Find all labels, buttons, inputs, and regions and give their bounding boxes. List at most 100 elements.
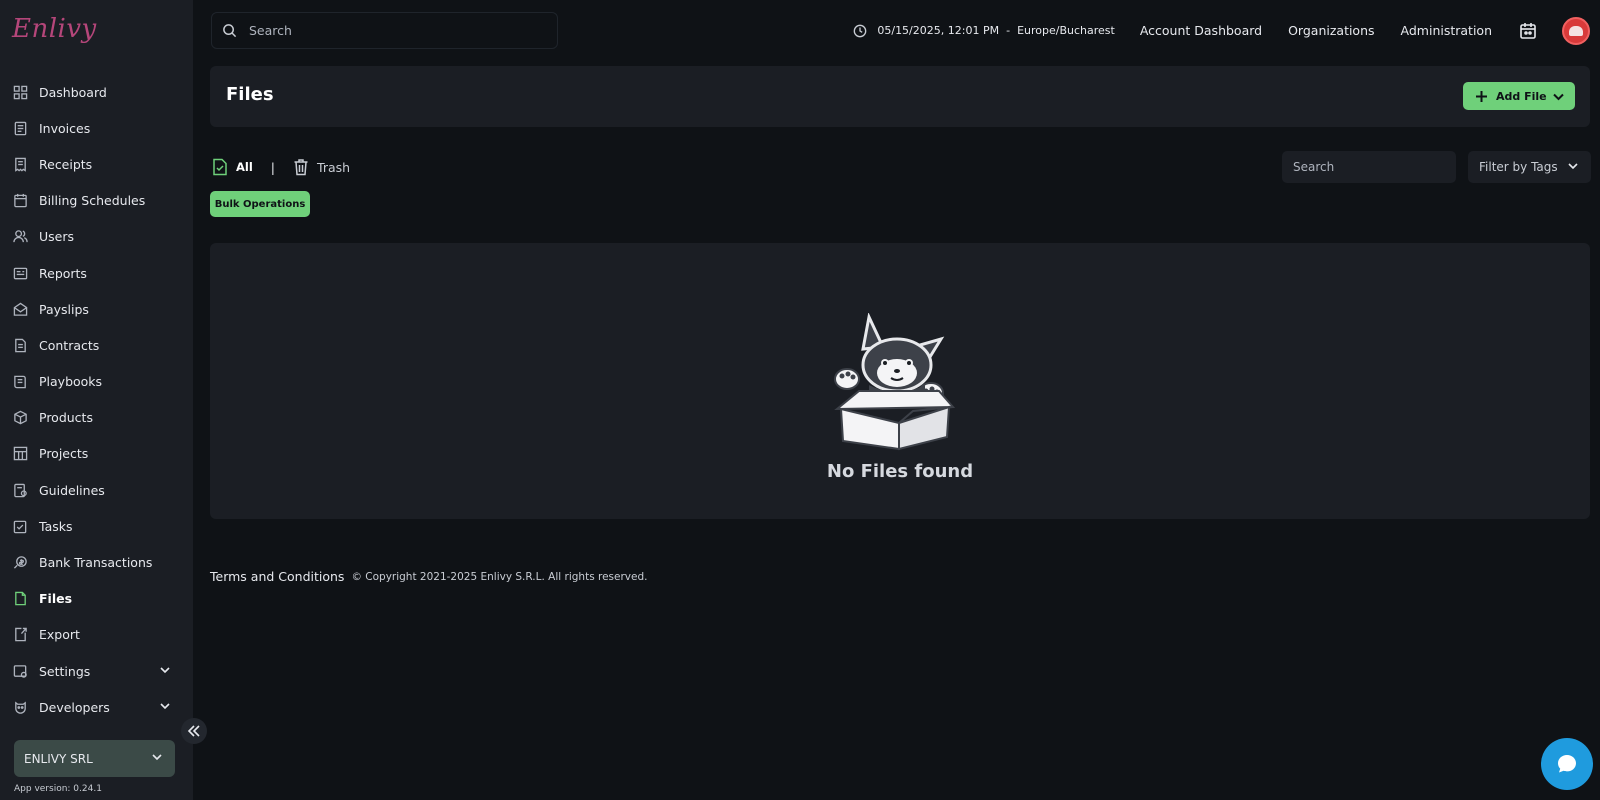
sidebar-item-export[interactable]: Export bbox=[0, 617, 193, 653]
sidebar-nav: Dashboard Invoices Receipts Billing Sche… bbox=[0, 74, 193, 725]
app-version: App version: 0.24.1 bbox=[14, 784, 102, 794]
timezone-value: Europe/Bucharest bbox=[1017, 24, 1115, 37]
datetime-separator: - bbox=[1006, 24, 1011, 37]
sidebar-item-contracts[interactable]: Contracts bbox=[0, 327, 193, 363]
chevron-down-icon[interactable] bbox=[159, 664, 171, 679]
tab-all-label: All bbox=[236, 160, 253, 174]
double-chevron-left-icon bbox=[187, 725, 200, 737]
avatar-image bbox=[1569, 25, 1583, 36]
clock-icon bbox=[854, 24, 867, 37]
tab-all[interactable]: All bbox=[212, 158, 253, 176]
users-icon bbox=[12, 229, 28, 245]
product-box-icon bbox=[12, 410, 28, 426]
bank-transaction-icon bbox=[12, 555, 28, 571]
filter-by-tags-select[interactable]: Filter by Tags bbox=[1468, 151, 1591, 183]
task-icon bbox=[12, 518, 28, 534]
sidebar-item-label: Playbooks bbox=[39, 374, 103, 390]
search-icon bbox=[223, 24, 237, 38]
fox-in-box-illustration bbox=[834, 313, 956, 451]
dashboard-icon bbox=[12, 84, 28, 100]
sidebar-item-label: Projects bbox=[39, 446, 89, 462]
settings-icon bbox=[12, 663, 28, 679]
sidebar-item-settings[interactable]: Settings bbox=[0, 653, 193, 689]
sidebar-item-label: Invoices bbox=[39, 120, 91, 136]
chevron-down-icon bbox=[151, 751, 163, 766]
billing-schedule-icon bbox=[12, 193, 28, 209]
sidebar-item-products[interactable]: Products bbox=[0, 400, 193, 436]
trash-icon bbox=[294, 159, 308, 176]
payslip-icon bbox=[12, 301, 28, 317]
organization-select[interactable]: ENLIVY SRL bbox=[14, 740, 175, 777]
empty-state-card: No Files found bbox=[210, 243, 1590, 519]
guideline-icon bbox=[12, 482, 28, 498]
sidebar-item-label: Bank Transactions bbox=[39, 555, 153, 571]
plus-icon bbox=[1476, 90, 1487, 102]
playbook-icon bbox=[12, 374, 28, 390]
sidebar-item-tasks[interactable]: Tasks bbox=[0, 508, 193, 544]
sidebar-item-label: Reports bbox=[39, 265, 87, 281]
chevron-down-icon bbox=[1553, 93, 1564, 100]
files-search-input[interactable]: Search bbox=[1282, 151, 1456, 183]
file-check-icon bbox=[213, 158, 227, 176]
page-footer: Terms and Conditions © Copyright 2021-20… bbox=[210, 569, 647, 584]
sidebar-item-invoices[interactable]: Invoices bbox=[0, 110, 193, 146]
sidebar-item-label: Products bbox=[39, 410, 93, 426]
bulk-operations-label: Bulk Operations bbox=[214, 198, 306, 210]
file-filter-tabs: All | Trash bbox=[212, 156, 350, 178]
tab-divider: | bbox=[270, 159, 276, 175]
bulk-operations-button[interactable]: Bulk Operations bbox=[210, 191, 310, 217]
administration-link[interactable]: Administration bbox=[1401, 23, 1492, 38]
sidebar-item-label: Tasks bbox=[39, 518, 73, 534]
filter-by-tags-label: Filter by Tags bbox=[1479, 160, 1558, 174]
sidebar-item-label: Settings bbox=[39, 663, 91, 679]
chat-support-button[interactable] bbox=[1541, 738, 1593, 790]
project-icon bbox=[12, 446, 28, 462]
sidebar-item-bank-transactions[interactable]: Bank Transactions bbox=[0, 544, 193, 580]
sidebar-item-reports[interactable]: Reports bbox=[0, 255, 193, 291]
sidebar-item-receipts[interactable]: Receipts bbox=[0, 146, 193, 182]
sidebar-item-label: Users bbox=[39, 229, 75, 245]
calendar-icon[interactable] bbox=[1518, 21, 1538, 41]
chevron-down-icon bbox=[1567, 160, 1579, 175]
sidebar-item-label: Export bbox=[39, 627, 80, 643]
sidebar-item-label: Receipts bbox=[39, 156, 93, 172]
global-search-input[interactable]: Search bbox=[211, 12, 558, 49]
sidebar-item-payslips[interactable]: Payslips bbox=[0, 291, 193, 327]
account-dashboard-link[interactable]: Account Dashboard bbox=[1140, 23, 1262, 38]
sidebar-item-label: Files bbox=[39, 591, 73, 607]
add-file-label: Add File bbox=[1496, 89, 1547, 103]
sidebar-item-playbooks[interactable]: Playbooks bbox=[0, 364, 193, 400]
files-search-placeholder: Search bbox=[1293, 160, 1335, 174]
report-icon bbox=[12, 265, 28, 281]
sidebar-item-label: Billing Schedules bbox=[39, 193, 146, 209]
sidebar-item-dashboard[interactable]: Dashboard bbox=[0, 74, 193, 110]
collapse-sidebar-button[interactable] bbox=[181, 718, 207, 744]
sidebar-item-label: Guidelines bbox=[39, 482, 105, 498]
contract-icon bbox=[12, 337, 28, 353]
sidebar-item-label: Payslips bbox=[39, 301, 89, 317]
sidebar-item-guidelines[interactable]: Guidelines bbox=[0, 472, 193, 508]
sidebar: Enlivy Dashboard Invoices Receipts Billi… bbox=[0, 0, 193, 800]
tab-trash[interactable]: Trash bbox=[293, 158, 350, 176]
sidebar-item-files[interactable]: Files bbox=[0, 581, 193, 617]
sidebar-item-developers[interactable]: Developers bbox=[0, 689, 193, 725]
datetime-display: 05/15/2025, 12:01 PM - Europe/Bucharest bbox=[853, 24, 1115, 38]
file-icon bbox=[12, 591, 28, 607]
datetime-value: 05/15/2025, 12:01 PM bbox=[877, 24, 1000, 37]
files-header: Files Add File bbox=[210, 66, 1590, 127]
receipt-icon bbox=[12, 156, 28, 172]
avatar[interactable] bbox=[1562, 16, 1590, 45]
enlivy-logo[interactable]: Enlivy bbox=[12, 14, 97, 50]
invoice-icon bbox=[12, 120, 28, 136]
sidebar-item-users[interactable]: Users bbox=[0, 219, 193, 255]
sidebar-item-label: Developers bbox=[39, 699, 110, 715]
chevron-down-icon[interactable] bbox=[159, 700, 171, 715]
add-file-button[interactable]: Add File bbox=[1463, 82, 1575, 110]
terms-and-conditions-link[interactable]: Terms and Conditions bbox=[210, 569, 344, 584]
organizations-link[interactable]: Organizations bbox=[1288, 23, 1374, 38]
export-icon bbox=[12, 627, 28, 643]
sidebar-item-billing-schedules[interactable]: Billing Schedules bbox=[0, 183, 193, 219]
sidebar-item-label: Dashboard bbox=[39, 84, 107, 100]
sidebar-item-projects[interactable]: Projects bbox=[0, 436, 193, 472]
page-title: Files bbox=[226, 84, 274, 105]
